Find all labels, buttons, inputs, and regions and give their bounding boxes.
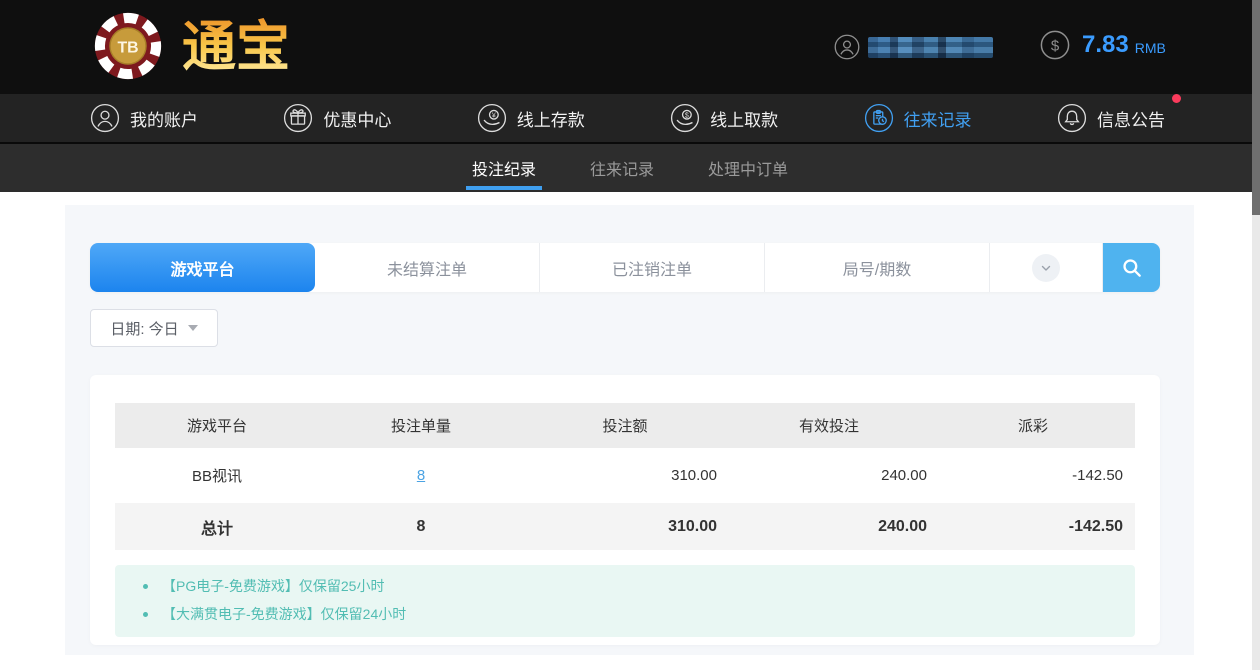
- subnav-item-transaction-records[interactable]: 往来记录: [586, 144, 658, 192]
- nav-label: 往来记录: [903, 110, 972, 130]
- search-button[interactable]: [1103, 243, 1160, 292]
- sub-navigation: 投注纪录 往来记录 处理中订单: [0, 144, 1260, 192]
- col-header-bet-amount: 投注额: [523, 403, 727, 448]
- tab-label: 局号/期数: [842, 261, 912, 279]
- table-row: BB视讯 8 310.00 240.00 -142.50: [115, 448, 1135, 503]
- svg-text:$: $: [685, 112, 689, 119]
- note-text: 【PG电子-免费游戏】仅保留25小时: [162, 578, 385, 594]
- subnav-label: 投注纪录: [471, 162, 536, 179]
- cell-valid-bet: 240.00: [727, 448, 931, 503]
- nav-item-promotions[interactable]: 优惠中心: [283, 103, 391, 133]
- col-header-bet-count: 投注单量: [319, 403, 523, 448]
- svg-text:¥: ¥: [492, 112, 496, 119]
- deposit-icon: ¥: [477, 103, 507, 133]
- dollar-coin-icon: $: [1040, 30, 1070, 60]
- topbar: TB 通宝 $ 7.83 RMB: [0, 0, 1260, 94]
- account-menu[interactable]: [834, 34, 993, 60]
- brand-name-text: 通宝: [182, 14, 290, 78]
- username-redacted: [868, 36, 993, 58]
- total-bet-amount: 310.00: [523, 503, 727, 550]
- active-tab-underline: [465, 186, 542, 190]
- nav-label: 信息公告: [1096, 110, 1165, 130]
- filter-tab-bar: 游戏平台 未结算注单 已注销注单 局号/期数: [90, 243, 1160, 292]
- date-filter-label: 日期: 今日: [110, 320, 179, 338]
- balance-amount: 7.83: [1082, 31, 1129, 58]
- tab-label: 已注销注单: [611, 261, 692, 279]
- promo-notes-box: 【PG电子-免费游戏】仅保留25小时 【大满贯电子-免费游戏】仅保留24小时: [115, 565, 1135, 637]
- total-bet-count: 8: [319, 503, 523, 550]
- note-item: 【PG电子-免费游戏】仅保留25小时: [115, 572, 1135, 600]
- nav-label: 我的账户: [130, 110, 198, 130]
- bullet-icon: [143, 611, 148, 617]
- notification-dot: [1171, 94, 1181, 103]
- brand-logo[interactable]: TB 通宝: [92, 10, 330, 82]
- tab-unsettled-bets[interactable]: 未结算注单: [315, 243, 540, 292]
- bet-summary-table: 游戏平台 投注单量 投注额 有效投注 派彩 BB视讯 8 310.00 240.…: [115, 403, 1135, 550]
- search-icon: [1119, 255, 1145, 281]
- nav-item-my-account[interactable]: 我的账户: [90, 103, 198, 133]
- tab-round-number[interactable]: 局号/期数: [765, 243, 990, 292]
- expand-dropdown[interactable]: [990, 243, 1103, 292]
- nav-item-deposit[interactable]: ¥ 线上存款: [477, 103, 585, 133]
- subnav-label: 处理中订单: [708, 162, 789, 179]
- note-text: 【大满贯电子-免费游戏】仅保留24小时: [162, 606, 407, 622]
- cell-payout: -142.50: [931, 448, 1135, 503]
- subnav-item-betting-records[interactable]: 投注纪录: [465, 144, 542, 192]
- balance-currency: RMB: [1134, 40, 1166, 56]
- date-filter-select[interactable]: 日期: 今日: [90, 309, 218, 347]
- balance-display: $ 7.83 RMB: [1040, 30, 1166, 60]
- nav-item-withdraw[interactable]: $ 线上取款: [670, 103, 778, 133]
- subnav-label: 往来记录: [589, 162, 654, 179]
- main-navigation: 我的账户 优惠中心 ¥ 线上存款 $ 线上取款 往来记录 信息公告: [0, 94, 1260, 144]
- chevron-down-icon: [1032, 253, 1060, 282]
- subnav-item-processing-orders[interactable]: 处理中订单: [704, 144, 792, 192]
- total-label: 总计: [115, 503, 319, 550]
- nav-label: 优惠中心: [323, 110, 392, 130]
- withdraw-icon: $: [670, 103, 700, 133]
- gift-icon: [283, 103, 313, 133]
- total-payout: -142.50: [931, 503, 1135, 550]
- col-header-valid-bet: 有效投注: [727, 403, 931, 448]
- cell-bet-amount: 310.00: [523, 448, 727, 503]
- bet-count-link[interactable]: 8: [417, 467, 425, 484]
- cell-platform: BB视讯: [115, 448, 319, 503]
- nav-label: 线上存款: [516, 110, 585, 130]
- tab-cancelled-bets[interactable]: 已注销注单: [540, 243, 765, 292]
- table-total-row: 总计 8 310.00 240.00 -142.50: [115, 503, 1135, 550]
- total-valid-bet: 240.00: [727, 503, 931, 550]
- table-header-row: 游戏平台 投注单量 投注额 有效投注 派彩: [115, 403, 1135, 448]
- brand-chip-text: TB: [117, 39, 138, 56]
- tab-label: 游戏平台: [170, 261, 235, 279]
- vertical-scrollbar[interactable]: [1252, 0, 1260, 670]
- casino-chip-logo-icon: TB: [94, 12, 162, 80]
- page: TB 通宝 $ 7.83 RMB 我的账户 优惠中心 ¥ 线上存款 $ 线上取款…: [0, 0, 1260, 670]
- content-card: 游戏平台 未结算注单 已注销注单 局号/期数 日期: 今日 游戏平台 投注单量 …: [65, 205, 1194, 655]
- nav-label: 线上取款: [710, 110, 779, 130]
- brand-name: 通宝: [182, 14, 290, 78]
- bell-icon: [1057, 103, 1087, 133]
- tab-game-platform[interactable]: 游戏平台: [90, 243, 315, 292]
- records-clipboard-clock-icon: [864, 103, 894, 133]
- user-circle-icon: [90, 103, 120, 133]
- user-icon: [834, 34, 860, 60]
- nav-item-announcements[interactable]: 信息公告: [1057, 94, 1181, 133]
- tab-label: 未结算注单: [386, 261, 467, 279]
- nav-item-transaction-records[interactable]: 往来记录: [864, 103, 972, 133]
- bullet-icon: [143, 583, 148, 589]
- scrollbar-thumb[interactable]: [1252, 0, 1260, 215]
- note-item: 【大满贯电子-免费游戏】仅保留24小时: [115, 600, 1135, 628]
- caret-down-icon: [187, 325, 198, 331]
- col-header-platform: 游戏平台: [115, 403, 319, 448]
- col-header-payout: 派彩: [931, 403, 1135, 448]
- results-panel: 游戏平台 投注单量 投注额 有效投注 派彩 BB视讯 8 310.00 240.…: [90, 375, 1160, 645]
- cell-bet-count: 8: [319, 448, 523, 503]
- svg-text:$: $: [1051, 38, 1060, 55]
